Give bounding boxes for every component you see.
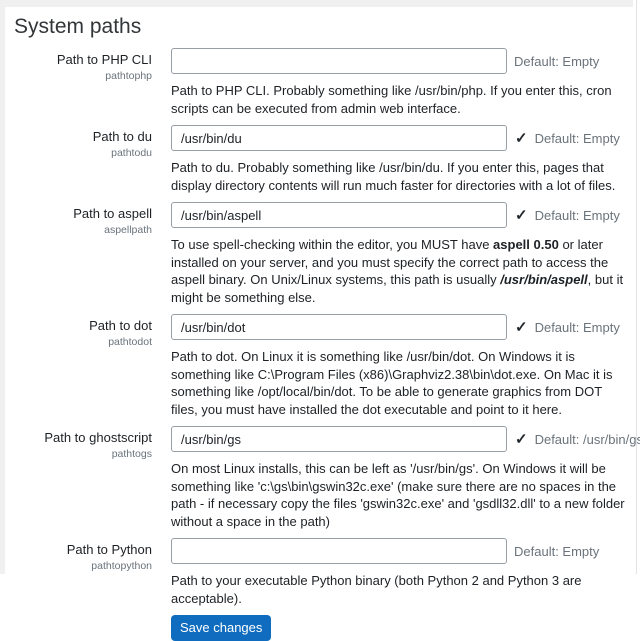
default-value-label: Default: Empty	[535, 131, 620, 146]
setting-label: Path to PHP CLI	[14, 52, 152, 68]
default-value-label: Default: Empty	[514, 544, 599, 559]
setting-input-column: ✓ Default: Empty To use spell-checking w…	[171, 202, 636, 306]
description-segment: To use spell-checking within the editor,…	[171, 237, 493, 252]
setting-input-line: ✓ Default: Empty	[171, 202, 636, 228]
page-edge-top	[0, 0, 633, 7]
setting-input-column: ✓ Default: Empty Path to your executable…	[171, 538, 636, 607]
setting-row-pathtopython: Path to Python pathtopython ✓ Default: E…	[14, 538, 636, 607]
setting-shortname: pathtophp	[14, 69, 152, 83]
check-icon: ✓	[515, 432, 528, 447]
setting-description: Path to dot. On Linux it is something li…	[171, 348, 628, 418]
setting-label-column: Path to Python pathtopython	[14, 538, 171, 607]
setting-input-line: ✓ Default: Empty	[171, 48, 636, 74]
check-icon: ✓	[515, 208, 528, 223]
setting-shortname: aspellpath	[14, 223, 152, 237]
description-segment: Path to your executable Python binary (b…	[171, 573, 582, 606]
default-value-label: Default: Empty	[535, 208, 620, 223]
setting-shortname: pathtopython	[14, 559, 152, 573]
pathtodu-input[interactable]	[171, 125, 507, 151]
setting-row-pathtophp: Path to PHP CLI pathtophp ✓ Default: Emp…	[14, 48, 636, 117]
setting-label-column: Path to aspell aspellpath	[14, 202, 171, 306]
setting-shortname: pathtogs	[14, 447, 152, 461]
setting-input-column: ✓ Default: Empty Path to dot. On Linux i…	[171, 314, 636, 418]
description-segment: On most Linux installs, this can be left…	[171, 461, 625, 529]
system-paths-settings-page: System paths Path to PHP CLI pathtophp ✓…	[5, 7, 636, 574]
setting-shortname: pathtodu	[14, 146, 152, 160]
check-icon: ✓	[515, 131, 528, 146]
pathtophp-input[interactable]	[171, 48, 507, 74]
pathtodot-input[interactable]	[171, 314, 507, 340]
setting-description: Path to PHP CLI. Probably something like…	[171, 82, 628, 117]
setting-description: Path to your executable Python binary (b…	[171, 572, 628, 607]
save-changes-button[interactable]: Save changes	[171, 615, 271, 641]
pathtopython-input[interactable]	[171, 538, 507, 564]
description-segment: Path to PHP CLI. Probably something like…	[171, 83, 612, 116]
check-icon: ✓	[515, 320, 528, 335]
setting-label-column: Path to du pathtodu	[14, 125, 171, 194]
setting-label-column: Path to PHP CLI pathtophp	[14, 48, 171, 117]
setting-input-line: ✓ Default: Empty	[171, 314, 636, 340]
setting-label: Path to aspell	[14, 206, 152, 222]
page-title: System paths	[14, 14, 636, 40]
setting-input-column: ✓ Default: /usr/bin/gs On most Linux ins…	[171, 426, 640, 530]
settings-rows: Path to PHP CLI pathtophp ✓ Default: Emp…	[14, 48, 636, 607]
setting-label: Path to dot	[14, 318, 152, 334]
default-value-label: Default: Empty	[514, 54, 599, 69]
setting-shortname: pathtodot	[14, 335, 152, 349]
setting-input-column: ✓ Default: Empty Path to PHP CLI. Probab…	[171, 48, 636, 117]
description-segment: /usr/bin/aspell	[500, 272, 587, 287]
description-segment: aspell 0.50	[493, 237, 559, 252]
setting-description: To use spell-checking within the editor,…	[171, 236, 628, 306]
setting-label-column: Path to dot pathtodot	[14, 314, 171, 418]
form-actions: Save changes	[14, 615, 636, 641]
default-value-label: Default: Empty	[535, 320, 620, 335]
setting-label: Path to Python	[14, 542, 152, 558]
setting-description: Path to du. Probably something like /usr…	[171, 159, 628, 194]
setting-row-pathtogs: Path to ghostscript pathtogs ✓ Default: …	[14, 426, 636, 530]
setting-input-line: ✓ Default: Empty	[171, 538, 636, 564]
setting-input-line: ✓ Default: /usr/bin/gs	[171, 426, 640, 452]
aspellpath-input[interactable]	[171, 202, 507, 228]
setting-label-column: Path to ghostscript pathtogs	[14, 426, 171, 530]
setting-label: Path to ghostscript	[14, 430, 152, 446]
description-segment: Path to du. Probably something like /usr…	[171, 160, 615, 193]
setting-row-pathtodot: Path to dot pathtodot ✓ Default: Empty P…	[14, 314, 636, 418]
setting-row-pathtodu: Path to du pathtodu ✓ Default: Empty Pat…	[14, 125, 636, 194]
setting-label: Path to du	[14, 129, 152, 145]
button-spacer	[14, 615, 171, 641]
setting-description: On most Linux installs, this can be left…	[171, 460, 628, 530]
setting-row-aspellpath: Path to aspell aspellpath ✓ Default: Emp…	[14, 202, 636, 306]
setting-input-line: ✓ Default: Empty	[171, 125, 636, 151]
pathtogs-input[interactable]	[171, 426, 507, 452]
setting-input-column: ✓ Default: Empty Path to du. Probably so…	[171, 125, 636, 194]
default-value-label: Default: /usr/bin/gs	[535, 432, 640, 447]
description-segment: Path to dot. On Linux it is something li…	[171, 349, 612, 417]
